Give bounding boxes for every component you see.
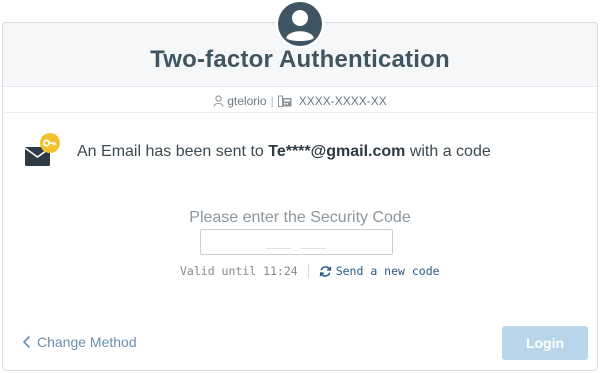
refresh-icon xyxy=(319,265,331,277)
security-code-input[interactable] xyxy=(200,229,393,255)
code-validity-row: Valid until 11:24 Send a new code xyxy=(180,263,440,279)
page-title: Two-factor Authentication xyxy=(150,46,450,73)
chevron-left-icon xyxy=(22,335,31,349)
user-avatar-icon xyxy=(276,0,324,48)
login-button[interactable]: Login xyxy=(502,326,588,360)
send-new-code-link[interactable]: Send a new code xyxy=(319,264,440,278)
message-suffix: with a code xyxy=(409,143,491,160)
validity-separator xyxy=(307,264,309,278)
send-new-code-label: Send a new code xyxy=(335,264,440,278)
auth-card xyxy=(2,22,598,371)
email-key-icon xyxy=(24,133,60,166)
account-meta: gtelorio | XXXX-XXXX-XX xyxy=(0,92,600,110)
user-icon xyxy=(213,95,224,107)
username: gtelorio xyxy=(227,94,267,108)
valid-until-text: Valid until 11:24 xyxy=(180,264,298,278)
message-prefix: An Email has been sent to xyxy=(77,143,264,160)
change-method-link[interactable]: Change Method xyxy=(22,334,137,350)
phone-icon xyxy=(277,95,292,107)
masked-email: Te****@gmail.com xyxy=(268,143,406,160)
phone-number: XXXX-XXXX-XX xyxy=(298,94,387,108)
email-sent-message: An Email has been sent to Te****@gmail.c… xyxy=(77,143,491,161)
change-method-label: Change Method xyxy=(37,334,137,350)
meta-separator: | xyxy=(270,94,274,108)
divider xyxy=(2,112,598,113)
security-code-prompt: Please enter the Security Code xyxy=(189,209,411,226)
